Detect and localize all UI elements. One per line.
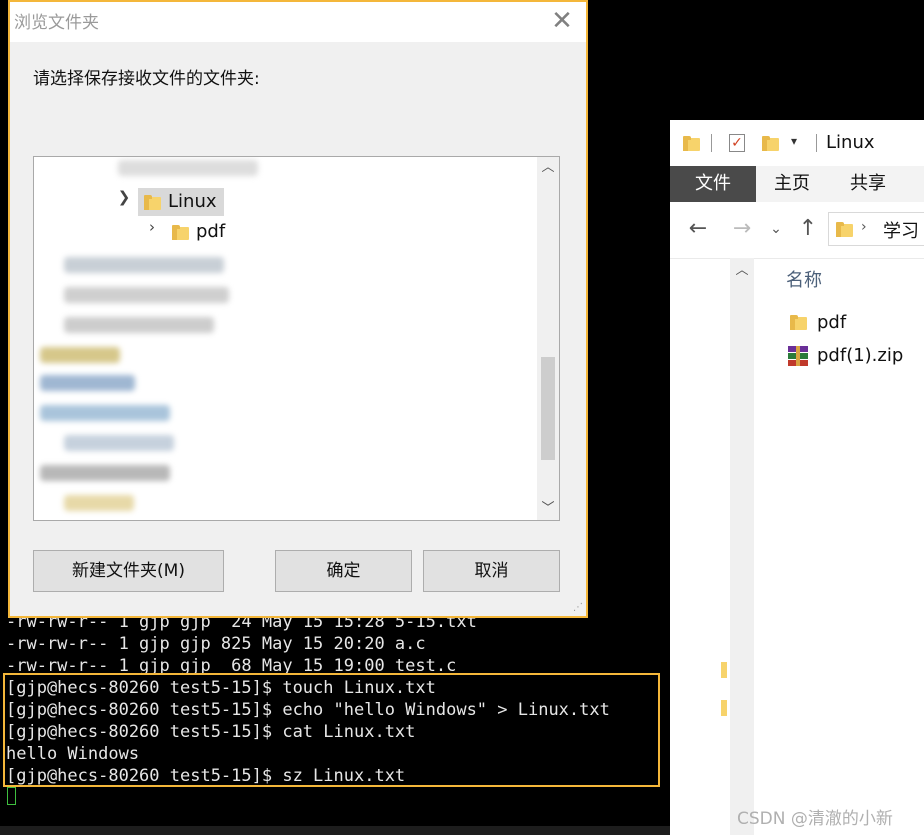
window-title: Linux xyxy=(826,132,875,153)
new-folder-button[interactable]: 新建文件夹(M) xyxy=(33,550,224,592)
tree-item-blurred[interactable] xyxy=(64,429,184,457)
tree-item-blurred[interactable] xyxy=(64,251,234,279)
terminal-status-bar xyxy=(0,826,670,835)
scroll-down-icon[interactable]: ﹀ xyxy=(537,498,559,520)
tree-item-blurred[interactable] xyxy=(40,341,140,369)
dialog-titlebar: 浏览文件夹 ✕ xyxy=(10,2,586,42)
close-icon[interactable]: ✕ xyxy=(542,4,582,38)
file-item-zip[interactable]: pdf(1).zip xyxy=(786,342,924,370)
address-bar[interactable]: › 学习 xyxy=(828,212,924,246)
terminal-cursor xyxy=(7,787,16,805)
scroll-up-icon[interactable]: ︿ xyxy=(537,157,559,179)
terminal-line: -rw-rw-r-- 1 gjp gjp 825 May 15 20:20 a.… xyxy=(6,634,426,654)
zip-archive-icon xyxy=(788,346,808,366)
dialog-title: 浏览文件夹 xyxy=(14,13,99,33)
properties-icon[interactable]: ✓ xyxy=(729,134,745,152)
tree-item-label: Linux xyxy=(168,191,217,212)
dialog-prompt: 请选择保存接收文件的文件夹: xyxy=(33,69,260,89)
tree-item-linux[interactable]: Linux xyxy=(138,188,224,216)
tree-item-label: pdf xyxy=(196,221,226,242)
tree-item-blurred[interactable] xyxy=(40,459,180,487)
folder-icon xyxy=(172,225,189,240)
cancel-button[interactable]: 取消 xyxy=(423,550,560,592)
folder-icon xyxy=(790,315,807,330)
ok-button[interactable]: 确定 xyxy=(275,550,412,592)
forward-arrow-icon[interactable]: → xyxy=(728,214,756,244)
ribbon-tabs: 文件 主页 共享 xyxy=(670,166,924,203)
chevron-right-icon[interactable]: › xyxy=(144,218,160,246)
tab-share[interactable]: 共享 xyxy=(838,166,898,202)
tab-home[interactable]: 主页 xyxy=(762,166,822,202)
tree-item-blurred[interactable] xyxy=(40,369,140,397)
tree-item-blurred[interactable] xyxy=(40,399,180,427)
resize-grip-icon[interactable]: ⋰ xyxy=(573,603,583,613)
customize-qat-icon[interactable]: ▾ xyxy=(791,134,797,148)
tree-item-pdf[interactable]: pdf xyxy=(170,218,240,246)
terminal-highlight-box xyxy=(3,673,660,787)
tree-item-blurred[interactable] xyxy=(64,281,234,309)
folder-icon xyxy=(836,222,853,237)
chevron-right-icon[interactable]: › xyxy=(861,219,867,235)
back-arrow-icon[interactable]: ← xyxy=(684,214,712,244)
scroll-up-icon[interactable]: ︿ xyxy=(730,258,754,284)
chevron-down-icon[interactable]: ❯ xyxy=(116,188,132,216)
file-name: pdf xyxy=(817,312,847,333)
folder-tree[interactable]: Linux ❯ pdf › ︿ ﹀ xyxy=(33,156,560,521)
new-folder-icon[interactable] xyxy=(762,136,779,151)
column-header-name[interactable]: 名称 xyxy=(786,266,822,292)
file-item-folder[interactable]: pdf xyxy=(786,309,906,337)
tree-item-blurred[interactable] xyxy=(114,157,274,185)
folder-icon xyxy=(721,662,727,678)
tree-item-blurred[interactable] xyxy=(64,311,234,339)
file-explorer-window: ✓ ▾ Linux 文件 主页 共享 ← → ⌄ ↑ › 学习 ︿ 名称 pdf… xyxy=(670,120,924,835)
tab-file[interactable]: 文件 xyxy=(670,166,756,202)
watermark: CSDN @清澈的小新 xyxy=(737,809,893,829)
folder-icon xyxy=(721,700,727,716)
up-arrow-icon[interactable]: ↑ xyxy=(794,214,822,244)
address-segment[interactable]: 学习 xyxy=(883,217,919,243)
file-name: pdf(1).zip xyxy=(817,345,904,366)
scrollbar-thumb[interactable] xyxy=(541,357,555,460)
folder-icon xyxy=(683,136,700,151)
quick-access-toolbar: ✓ ▾ Linux xyxy=(670,120,924,166)
recent-locations-icon[interactable]: ⌄ xyxy=(766,214,786,244)
navigation-pane-scrollbar[interactable]: ︿ xyxy=(730,258,754,835)
navigation-bar: ← → ⌄ ↑ › 学习 xyxy=(670,202,924,259)
browse-folder-dialog: 浏览文件夹 ✕ 请选择保存接收文件的文件夹: Linux ❯ pdf › ︿ ﹀… xyxy=(8,0,588,618)
folder-icon xyxy=(144,195,161,210)
tree-scrollbar[interactable]: ︿ ﹀ xyxy=(537,157,559,520)
tree-item-blurred[interactable] xyxy=(64,489,164,517)
